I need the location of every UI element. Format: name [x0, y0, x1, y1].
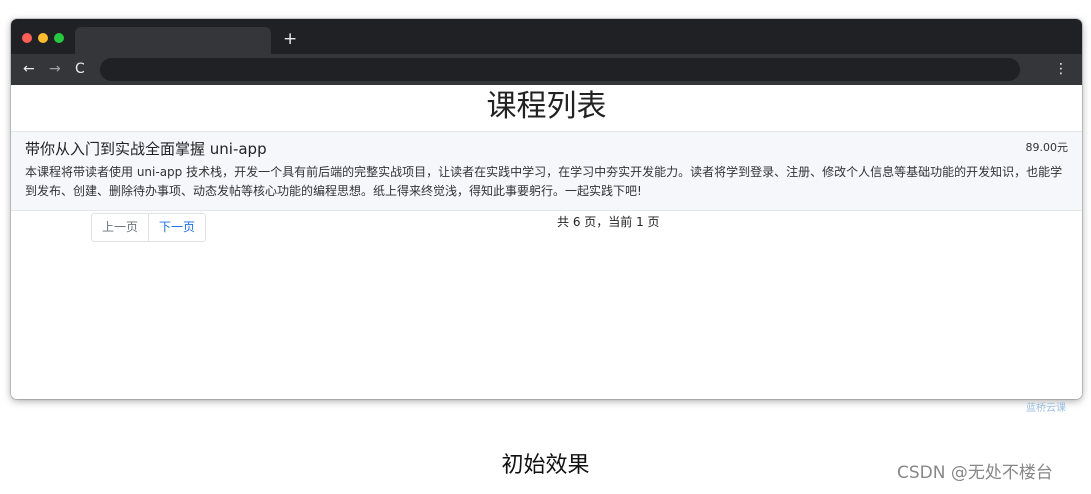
lanqiao-logo: 蓝桥云课	[1026, 403, 1066, 414]
more-menu-icon[interactable]: ⋮	[1054, 60, 1068, 78]
next-page-button[interactable]: 下一页	[148, 214, 205, 241]
back-arrow-icon[interactable]: ←	[23, 60, 35, 78]
course-price: 89.00元	[1025, 141, 1069, 154]
reload-icon[interactable]: C	[75, 60, 85, 78]
close-window-button[interactable]	[22, 33, 32, 43]
forward-arrow-icon[interactable]: →	[49, 60, 61, 78]
course-title: 带你从入门到实战全面掌握 uni-app	[25, 140, 267, 158]
course-list-item[interactable]: 带你从入门到实战全面掌握 uni-app 89.00元 本课程将带读者使用 un…	[11, 131, 1082, 211]
address-bar[interactable]	[100, 58, 1020, 81]
page-info: 共 6 页，当前 1 页	[557, 215, 660, 229]
csdn-watermark: CSDN @无处不楼台	[897, 463, 1053, 483]
browser-window: + ← → C ⋮ 课程列表 带你从入门到实战全面掌握 uni-app 89.0…	[11, 19, 1082, 399]
maximize-window-button[interactable]	[54, 33, 64, 43]
prev-page-button[interactable]: 上一页	[92, 214, 148, 241]
course-description: 本课程将带读者使用 uni-app 技术栈，开发一个具有前后端的完整实战项目，让…	[25, 165, 1063, 198]
new-tab-button[interactable]: +	[283, 29, 297, 49]
page-content: 课程列表 带你从入门到实战全面掌握 uni-app 89.00元 本课程将带读者…	[11, 85, 1082, 399]
title-bar: +	[11, 19, 1082, 54]
minimize-window-button[interactable]	[38, 33, 48, 43]
page-title: 课程列表	[486, 89, 607, 124]
browser-toolbar: ← → C ⋮	[11, 54, 1082, 85]
browser-tab[interactable]	[75, 27, 271, 54]
pagination: 上一页 下一页	[91, 213, 207, 242]
